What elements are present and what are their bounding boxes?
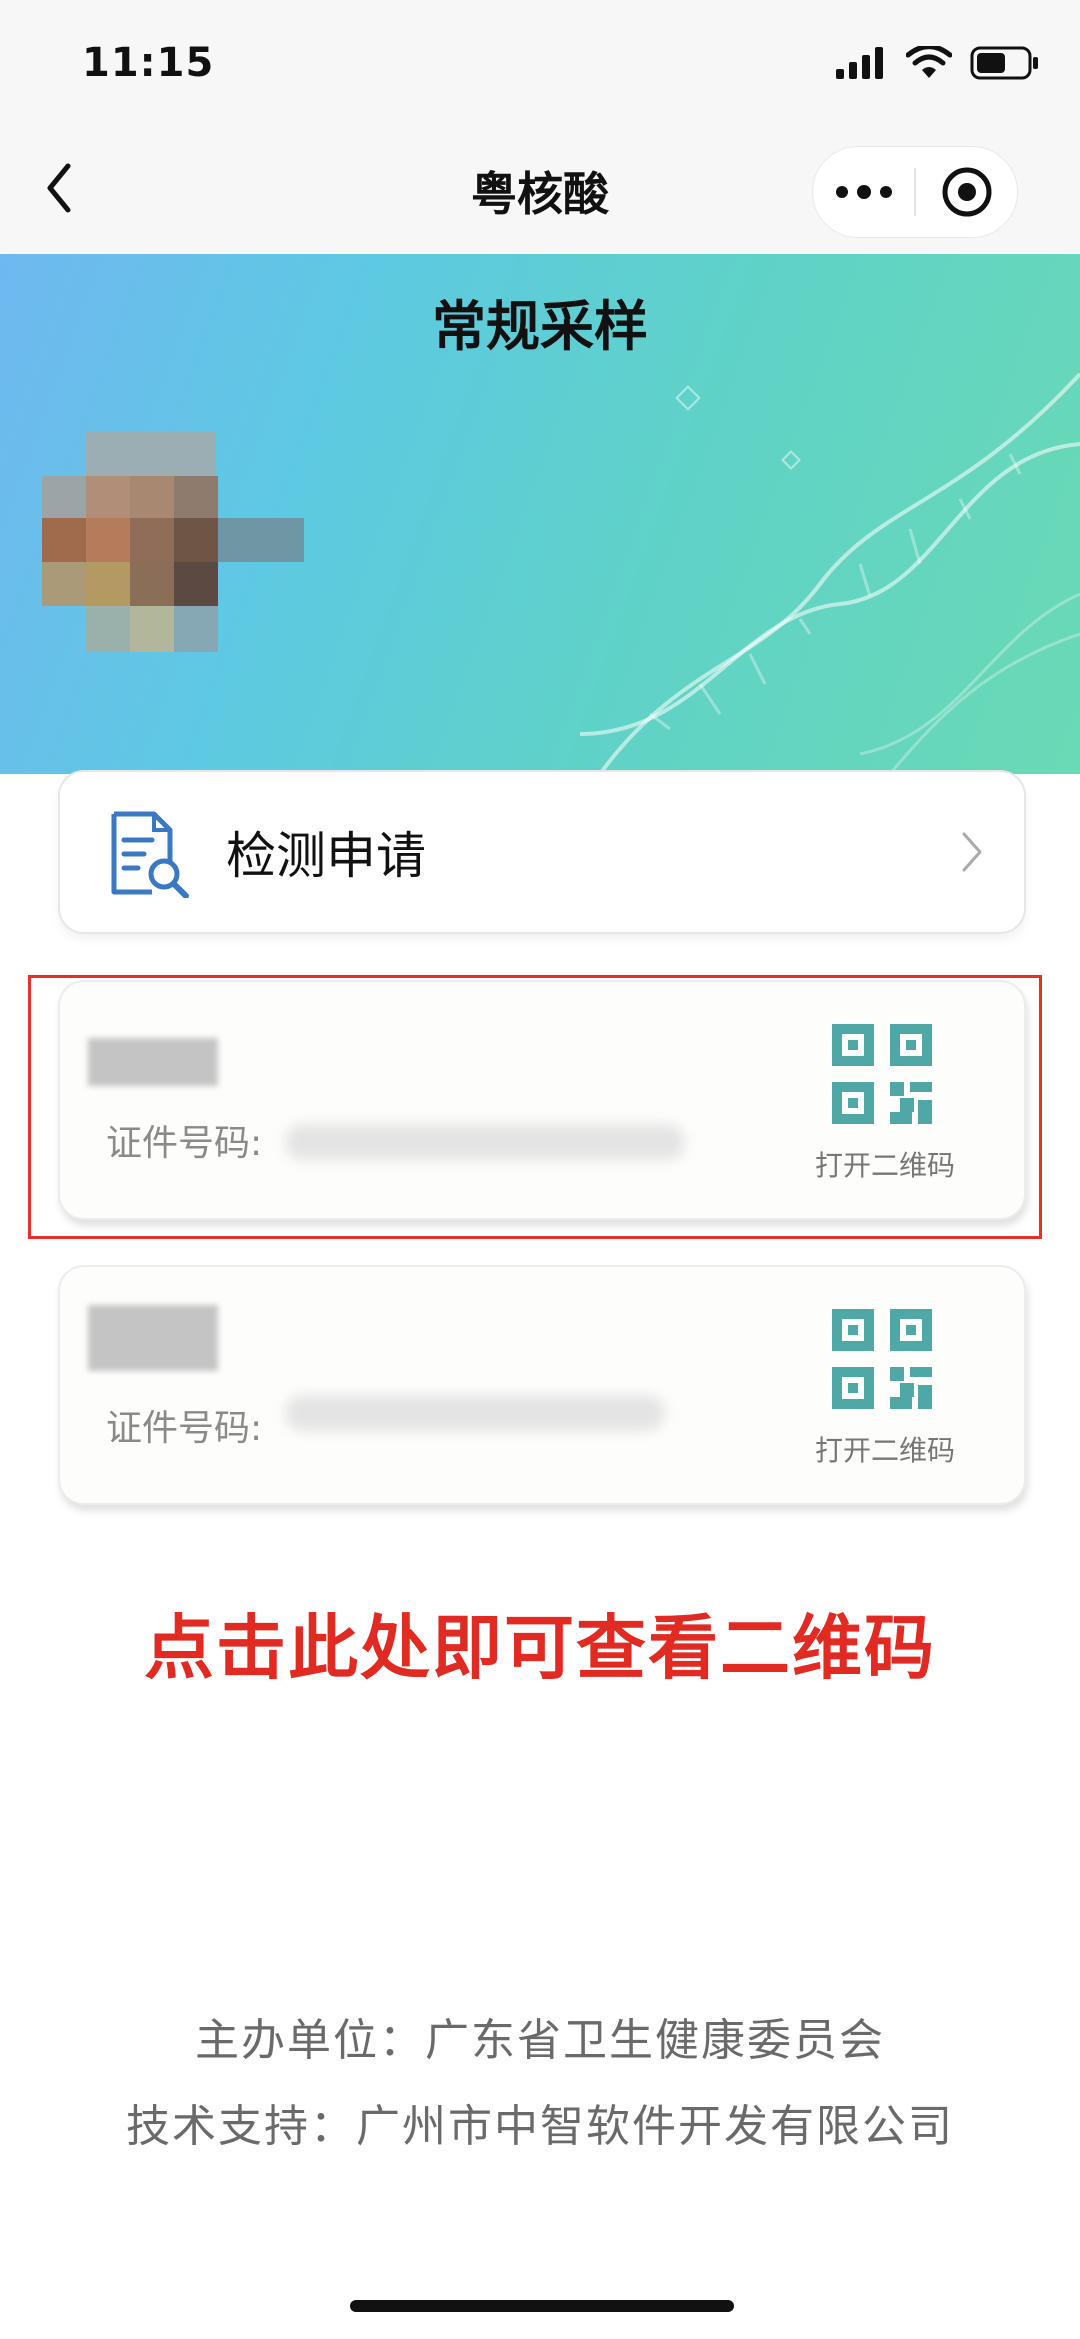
highlight-box: [28, 975, 1042, 1239]
more-dots-icon: [835, 185, 892, 199]
footer-organizer: 主办单位：广东省卫生健康委员会: [195, 2015, 885, 2066]
cellular-signal-icon: [836, 47, 883, 79]
hero-banner: 常规采样: [0, 254, 1080, 774]
name-redacted: [88, 1305, 218, 1371]
chevron-right-icon: [962, 832, 982, 872]
qr-code-icon[interactable]: [832, 1309, 932, 1409]
wifi-icon: [906, 46, 952, 78]
status-bar: 11:15: [0, 0, 1080, 130]
status-icons: [836, 46, 1040, 80]
id-number-label: 证件号码:: [106, 1408, 263, 1449]
close-button[interactable]: [916, 147, 1017, 237]
avatar-blurred: [42, 432, 304, 652]
battery-icon: [970, 46, 1038, 80]
person-card[interactable]: 证件号码: 打开二维码: [58, 1265, 1026, 1505]
document-search-icon: [111, 811, 189, 898]
id-number-redacted: [285, 1395, 665, 1431]
mini-program-capsule: [812, 146, 1018, 238]
test-application-card[interactable]: 检测申请: [58, 770, 1026, 934]
navigation-bar: 粤核酸: [0, 130, 1080, 254]
home-indicator[interactable]: [350, 2300, 734, 2312]
target-circle-icon: [942, 167, 991, 217]
test-application-label: 检测申请: [226, 827, 426, 885]
footer-tech-support: 技术支持：广州市中智软件开发有限公司: [126, 2101, 954, 2152]
annotation-tip: 点击此处即可查看二维码: [144, 1607, 936, 1689]
more-button[interactable]: [813, 147, 914, 237]
dna-helix-decoration: [579, 372, 1080, 774]
status-time: 11:15: [82, 40, 215, 86]
open-qr-label[interactable]: 打开二维码: [810, 1429, 960, 1469]
